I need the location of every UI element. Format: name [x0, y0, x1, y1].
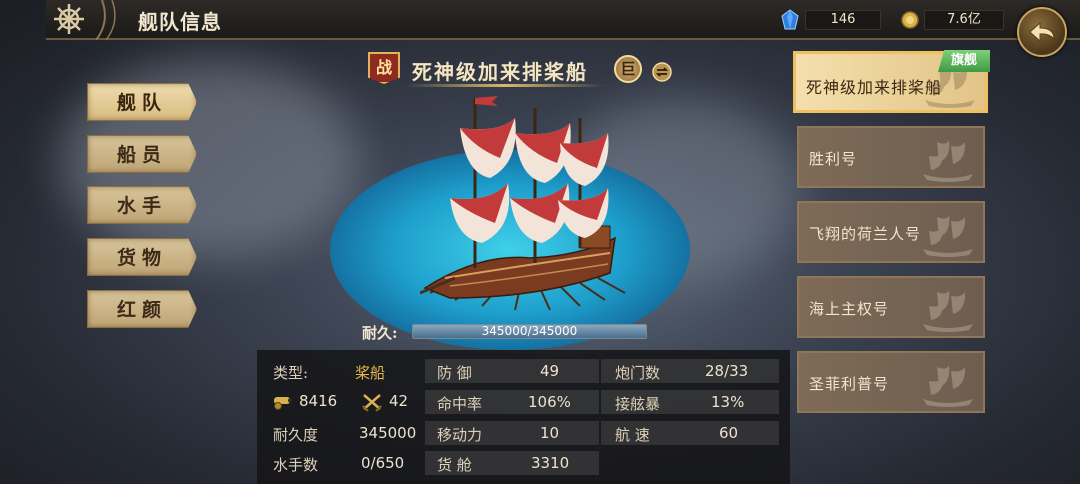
menu-crew[interactable]: 船员 — [87, 135, 197, 173]
menu-cargo[interactable]: 货物 — [87, 238, 197, 276]
accuracy-label: 命中率 — [437, 395, 483, 413]
type-value: 桨船 — [355, 364, 386, 382]
ship-list-item-name: 飞翔的荷兰人号 — [809, 225, 922, 243]
ship-silhouette-icon — [923, 365, 973, 407]
defense-label: 防 御 — [437, 364, 472, 382]
ship-size-badge: 巨 — [614, 55, 642, 83]
page-title: 舰队信息 — [138, 10, 222, 34]
cannon-ports-label: 炮门数 — [615, 364, 661, 382]
ship-list-item[interactable]: 飞翔的荷兰人号 — [797, 201, 985, 263]
ship-list-item-name: 海上主权号 — [809, 300, 890, 318]
swap-ship-icon[interactable] — [652, 62, 672, 82]
gem-count: 146 — [805, 10, 881, 30]
ship-list-item-name: 圣菲利普号 — [809, 375, 890, 393]
menu-companions[interactable]: 红颜 — [87, 290, 197, 328]
ship-name: 死神级加来排桨船 — [412, 60, 588, 84]
attack-value: 42 — [389, 392, 409, 410]
durability-stat-value: 345000 — [359, 424, 417, 442]
mobility-label: 移动力 — [437, 426, 483, 444]
boarding-crit-value: 13% — [711, 393, 745, 411]
flagship-tag: 旗舰 — [938, 50, 990, 72]
speed-value: 60 — [719, 424, 739, 442]
gold-coin-icon — [901, 11, 919, 29]
type-label: 类型: — [273, 364, 309, 382]
ship-list-item-name: 胜利号 — [809, 150, 858, 168]
ship-list-item[interactable]: 胜利号 — [797, 126, 985, 188]
sailors-label: 水手数 — [273, 456, 319, 474]
ship-list-item[interactable]: 圣菲利普号 — [797, 351, 985, 413]
defense-value: 49 — [540, 362, 560, 380]
boarding-crit-label: 接舷暴 — [615, 395, 661, 413]
stats-panel: 类型: 桨船 8416 42 耐久度 345000 水手数 0/650 防 御 … — [257, 350, 790, 484]
cannon-ports-value: 28/33 — [705, 362, 749, 380]
menu-fleet[interactable]: 舰队 — [87, 83, 197, 121]
mobility-value: 10 — [540, 424, 560, 442]
ship-wheel-icon — [46, 0, 92, 38]
durability-value: 345000/345000 — [481, 324, 578, 338]
menu-sailors[interactable]: 水手 — [87, 186, 197, 224]
accuracy-value: 106% — [528, 393, 571, 411]
gem-icon — [781, 9, 799, 30]
battle-badge: 战 — [368, 52, 400, 84]
cannon-power-value: 8416 — [299, 392, 338, 410]
fleet-info-screen: 舰队信息 146 7.6亿 舰队 船员 水手 货物 红颜 战 死神级加来排桨船 … — [0, 0, 1080, 484]
sailors-value: 0/650 — [361, 454, 405, 472]
cargo-hold-value: 3310 — [531, 454, 570, 472]
galley-ship-illustration — [420, 96, 626, 311]
ship-silhouette-icon — [923, 140, 973, 182]
ship-list-item[interactable]: 海上主权号 — [797, 276, 985, 338]
speed-label: 航 速 — [615, 426, 650, 444]
ship-silhouette-icon — [923, 215, 973, 257]
ship-silhouette-icon — [923, 290, 973, 332]
title-divider-decoration — [95, 0, 116, 40]
cargo-hold-label: 货 舱 — [437, 456, 472, 474]
durability-stat-label: 耐久度 — [273, 426, 319, 444]
durability-label: 耐久: — [362, 324, 398, 342]
cannon-icon — [274, 397, 292, 410]
gold-count: 7.6亿 — [924, 10, 1004, 30]
title-underline — [405, 84, 605, 87]
ship-list-item-name: 死神级加来排桨船 — [806, 78, 943, 97]
crossed-swords-icon — [362, 394, 382, 412]
back-arrow-icon — [1029, 21, 1055, 43]
back-button[interactable] — [1017, 7, 1067, 57]
durability-bar: 345000/345000 — [412, 324, 647, 339]
